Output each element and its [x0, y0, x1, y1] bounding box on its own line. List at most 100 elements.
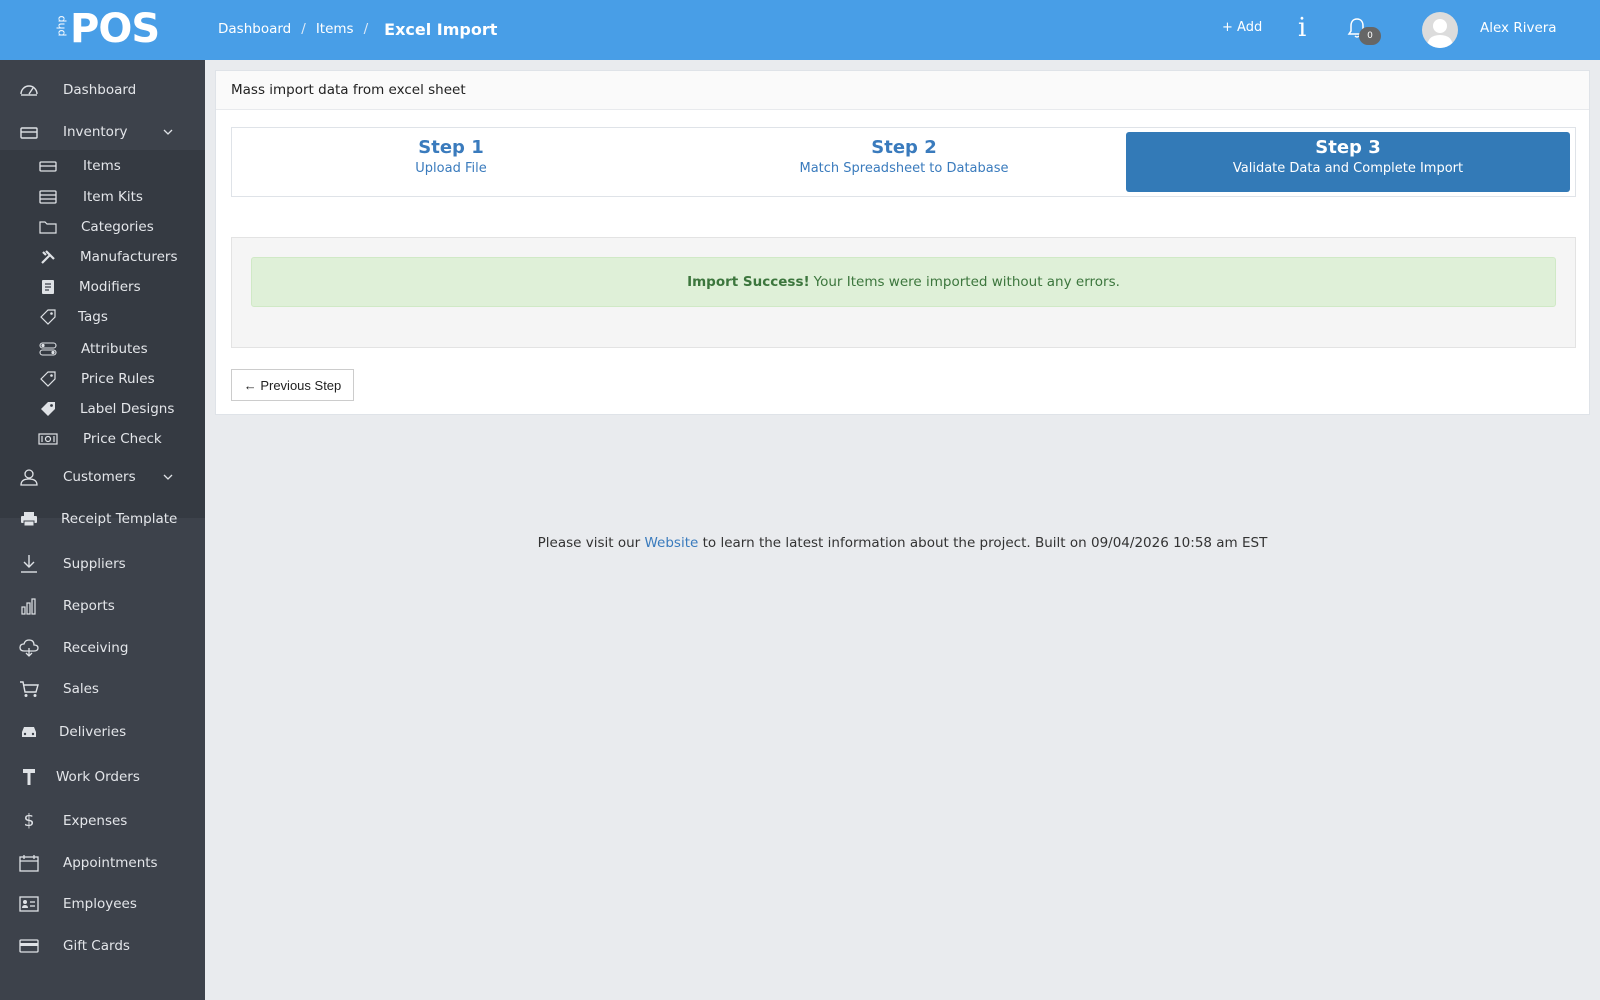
- hammer-icon: [18, 766, 40, 788]
- sidebar-subitem-label: Label Designs: [80, 401, 175, 417]
- sidebar-subitem-items[interactable]: Items: [0, 151, 205, 181]
- sidebar-item-label: Gift Cards: [63, 938, 130, 954]
- notification-badge: 0: [1359, 27, 1381, 45]
- info-icon[interactable]: i: [1298, 13, 1306, 43]
- step-title: Step 1: [418, 137, 484, 158]
- sidebar-subitem-label: Attributes: [81, 341, 148, 357]
- app-logo[interactable]: php POS: [54, 8, 161, 50]
- step-description: Validate Data and Complete Import: [1232, 161, 1464, 176]
- id-card-icon: [18, 893, 40, 915]
- sidebar-item-label: Receiving: [63, 640, 129, 656]
- step-title: Step 2: [871, 137, 937, 158]
- footer-text-before: Please visit our: [537, 535, 641, 551]
- add-button[interactable]: + Add: [1222, 20, 1262, 35]
- logo-prefix: php: [54, 15, 68, 36]
- tag-outline-icon: [38, 369, 58, 389]
- sidebar-item-work-orders[interactable]: Work Orders: [0, 757, 205, 797]
- sidebar-item-appointments[interactable]: Appointments: [0, 843, 205, 883]
- dollar-icon: $: [23, 811, 35, 831]
- sidebar-subitem-label: Manufacturers: [80, 249, 178, 265]
- sidebar-item-receiving[interactable]: Receiving: [0, 628, 205, 668]
- inventory-icon: [18, 121, 40, 143]
- sidebar-item-label: Appointments: [63, 855, 158, 871]
- sidebar-item-sales[interactable]: Sales: [0, 669, 205, 709]
- sidebar-subitem-price-check[interactable]: Price Check: [0, 424, 205, 454]
- step-1[interactable]: Step 1 Upload File: [238, 132, 664, 192]
- alert-heading: Import Success!: [687, 274, 810, 290]
- tools-icon: [38, 247, 58, 267]
- car-icon: [18, 721, 40, 743]
- sidebar-subitem-tags[interactable]: Tags: [0, 302, 205, 332]
- user-name[interactable]: Alex Rivera: [1480, 20, 1557, 36]
- sidebar-item-employees[interactable]: Employees: [0, 884, 205, 924]
- sidebar-item-receipt-template[interactable]: Receipt Template: [0, 499, 205, 539]
- sidebar-subitem-attributes[interactable]: Attributes: [0, 334, 205, 364]
- sidebar-subitem-label: Modifiers: [79, 279, 141, 295]
- step-description: Match Spreadsheet to Database: [799, 161, 1009, 176]
- sidebar-item-label: Sales: [63, 681, 99, 697]
- footer-text-after: to learn the latest information about th…: [702, 535, 1268, 551]
- alert-message: Your Items were imported without any err…: [813, 274, 1120, 290]
- cloud-icon: [18, 637, 40, 659]
- result-well: Import Success! Your Items were imported…: [231, 237, 1576, 348]
- sidebar-item-dashboard[interactable]: Dashboard: [0, 70, 205, 110]
- page-title: Excel Import: [384, 19, 498, 39]
- sidebar-subitem-categories[interactable]: Categories: [0, 212, 205, 242]
- sidebar-subitem-price-rules[interactable]: Price Rules: [0, 364, 205, 394]
- sidebar-item-label: Employees: [63, 896, 137, 912]
- sidebar-subitem-label: Items: [83, 158, 121, 174]
- tag-solid-icon: [38, 399, 58, 419]
- sidebar-subitem-manufacturers[interactable]: Manufacturers: [0, 242, 205, 272]
- sidebar-subitem-item-kits[interactable]: Item Kits: [0, 182, 205, 212]
- avatar[interactable]: [1422, 12, 1458, 48]
- page-footer: Please visit our Website to learn the la…: [205, 535, 1600, 551]
- sidebar-subitem-label: Price Check: [83, 431, 162, 447]
- money-icon: [38, 429, 58, 449]
- sidebar-item-gift-cards[interactable]: Gift Cards: [0, 926, 205, 966]
- sidebar-item-expenses[interactable]: $ Expenses: [0, 801, 205, 841]
- import-panel: Mass import data from excel sheet Step 1…: [215, 70, 1590, 415]
- breadcrumb-items[interactable]: Items: [316, 21, 354, 37]
- download-icon: [18, 553, 40, 575]
- previous-step-button[interactable]: ← Previous Step: [231, 369, 354, 401]
- sidebar-item-label: Customers: [63, 469, 136, 485]
- tag-icon: [38, 307, 58, 327]
- sidebar-item-deliveries[interactable]: Deliveries: [0, 712, 205, 752]
- sidebar-subitem-label: Tags: [78, 309, 108, 325]
- sidebar-item-customers[interactable]: Customers: [0, 457, 205, 497]
- kit-icon: [38, 187, 58, 207]
- sidebar-item-reports[interactable]: Reports: [0, 586, 205, 626]
- sidebar-item-label: Expenses: [63, 813, 128, 829]
- folder-icon: [38, 217, 58, 237]
- sidebar-subitem-label-designs[interactable]: Label Designs: [0, 394, 205, 424]
- sidebar-subitem-label: Item Kits: [83, 189, 143, 205]
- step-2[interactable]: Step 2 Match Spreadsheet to Database: [682, 132, 1126, 192]
- step-3[interactable]: Step 3 Validate Data and Complete Import: [1126, 132, 1570, 192]
- credit-card-icon: [18, 935, 40, 957]
- sidebar-item-label: Receipt Template: [61, 511, 178, 527]
- sidebar: Dashboard Inventory Items Item Kits Cate…: [0, 60, 205, 1000]
- dashboard-icon: [18, 79, 40, 101]
- sidebar-subitem-label: Categories: [81, 219, 154, 235]
- sidebar-subitem-modifiers[interactable]: Modifiers: [0, 272, 205, 302]
- success-alert: Import Success! Your Items were imported…: [251, 257, 1556, 307]
- list-icon: [38, 277, 58, 297]
- sidebar-item-suppliers[interactable]: Suppliers: [0, 544, 205, 584]
- panel-header: Mass import data from excel sheet: [216, 71, 1589, 110]
- customers-icon: [18, 466, 40, 488]
- breadcrumb-dashboard[interactable]: Dashboard: [218, 21, 291, 37]
- breadcrumb-separator: /: [301, 21, 306, 37]
- bar-chart-icon: [18, 595, 40, 617]
- sidebar-item-label: Inventory: [63, 124, 128, 140]
- sidebar-item-label: Deliveries: [59, 724, 127, 740]
- sidebar-item-label: Reports: [63, 598, 115, 614]
- top-navbar: php POS Dashboard / Items / Excel Import…: [0, 0, 1600, 60]
- breadcrumb-separator: /: [363, 21, 369, 37]
- printer-icon: [18, 508, 40, 530]
- sidebar-item-label: Suppliers: [63, 556, 126, 572]
- chevron-down-icon: [162, 471, 174, 483]
- step-title: Step 3: [1315, 137, 1381, 158]
- sidebar-item-inventory[interactable]: Inventory: [0, 112, 205, 152]
- box-icon: [38, 156, 58, 176]
- website-link[interactable]: Website: [645, 535, 699, 551]
